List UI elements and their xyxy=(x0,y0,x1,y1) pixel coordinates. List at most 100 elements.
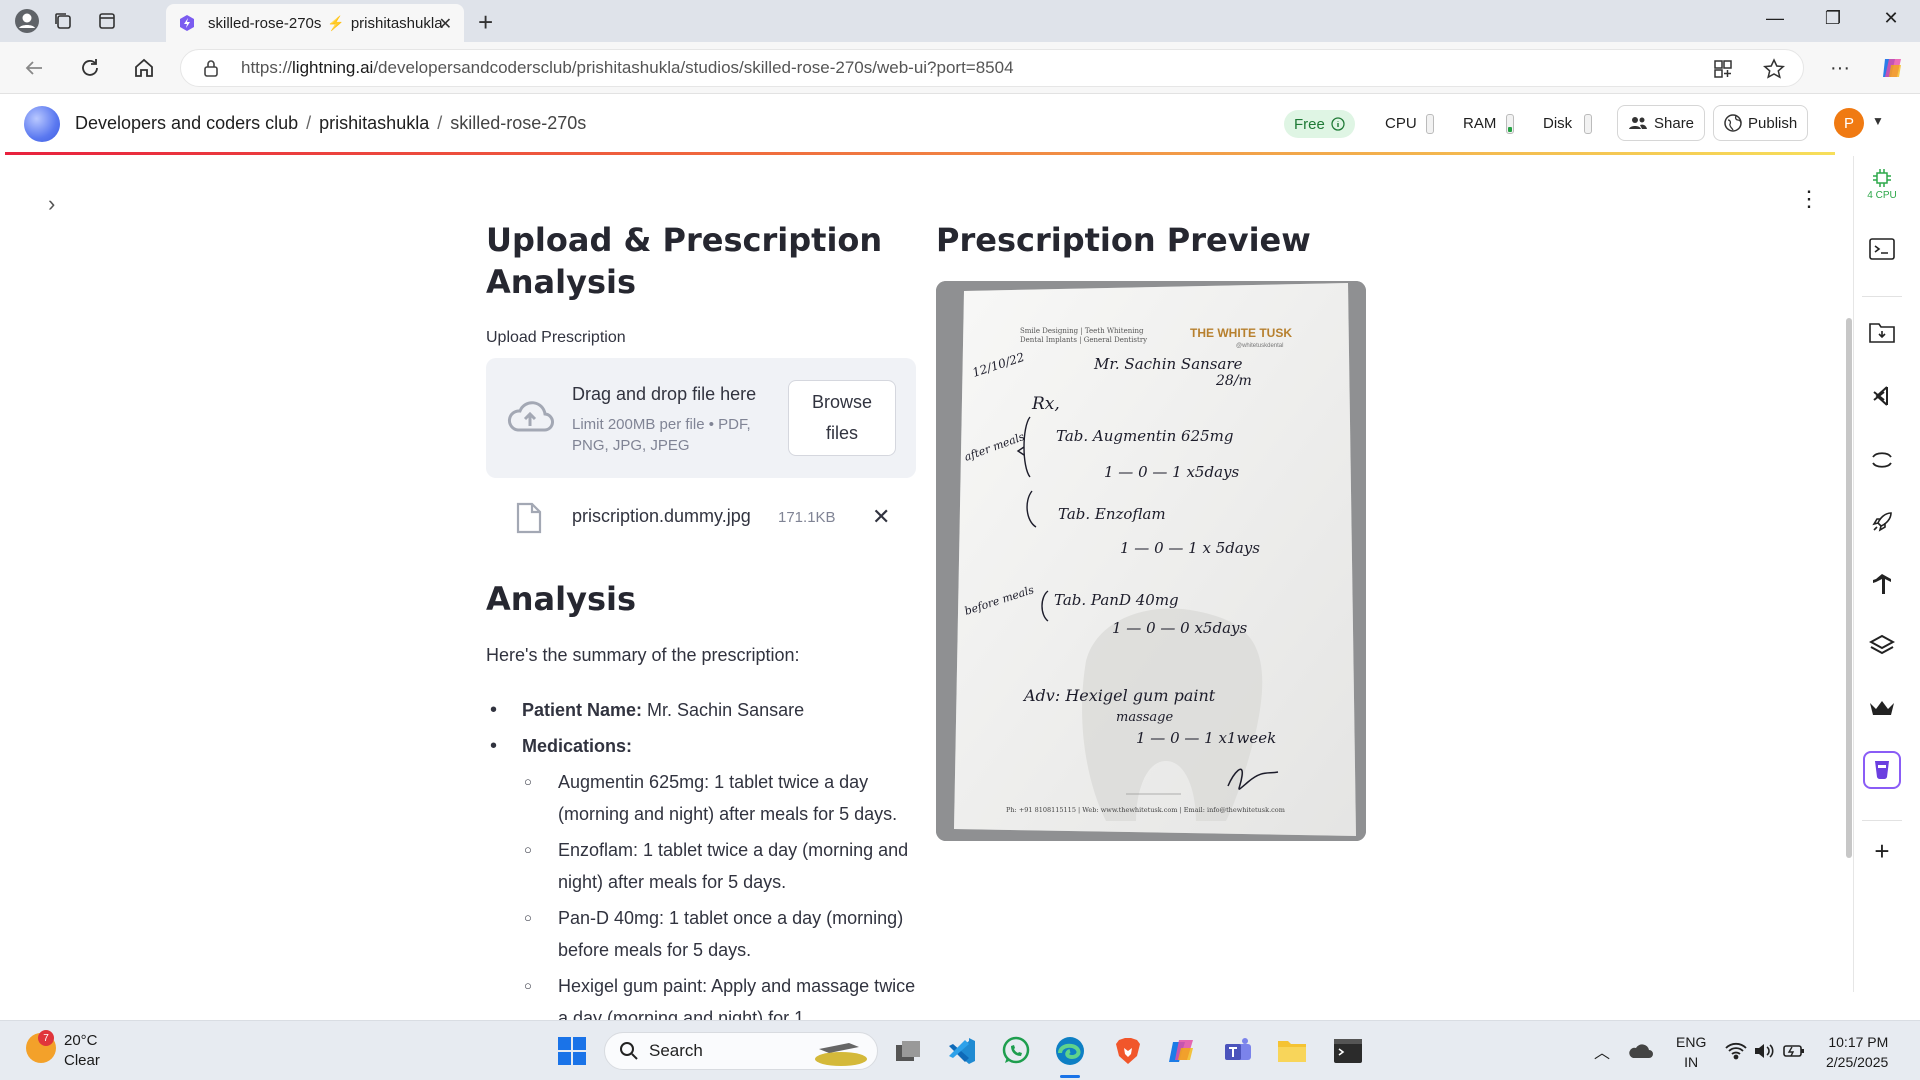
rocket-icon[interactable] xyxy=(1863,503,1901,541)
breadcrumb-studio[interactable]: skilled-rose-270s xyxy=(450,113,586,133)
task-view-icon[interactable] xyxy=(890,1033,926,1069)
reload-icon[interactable] xyxy=(76,54,104,82)
clinic-name: THE WHITE TUSK xyxy=(1190,326,1292,340)
list-item: Medications: xyxy=(486,730,926,762)
brave-icon[interactable] xyxy=(1110,1033,1146,1069)
streamlit-plugin-icon[interactable] xyxy=(1863,751,1901,789)
edge-browser-icon[interactable] xyxy=(1052,1033,1088,1078)
tab-active[interactable]: skilled-rose-270s ⚡ prishitashukla ✕ xyxy=(166,4,464,42)
more-options-icon[interactable]: ··· xyxy=(1826,54,1854,82)
breadcrumb-separator: / xyxy=(437,113,443,133)
remove-file-icon[interactable]: ✕ xyxy=(872,504,890,530)
free-badge[interactable]: Free xyxy=(1284,110,1355,138)
users-icon xyxy=(1629,117,1647,129)
address-bar[interactable]: https://lightning.ai/developersandcoders… xyxy=(180,49,1804,87)
breadcrumb-user[interactable]: prishitashukla xyxy=(319,113,429,133)
accent-gradient-line xyxy=(5,152,1835,155)
start-button[interactable] xyxy=(554,1033,590,1069)
bolt-icon: ⚡ xyxy=(327,14,345,31)
search-highlight-icon xyxy=(815,1043,867,1066)
breadcrumb-org[interactable]: Developers and coders club xyxy=(75,113,298,133)
whatsapp-icon[interactable] xyxy=(998,1033,1034,1069)
limit-text: Limit 200MB per file • PDF, PNG, JPG, JP… xyxy=(572,416,751,454)
file-dropzone[interactable]: Drag and drop file here Limit 200MB per … xyxy=(486,358,916,478)
hw-dose-2: 1 — 0 — 1 x 5days xyxy=(1120,539,1260,557)
weather-temp[interactable]: 20°C xyxy=(64,1032,98,1049)
teams-icon[interactable] xyxy=(1220,1033,1256,1069)
close-tab-icon[interactable]: ✕ xyxy=(439,14,452,34)
browse-files-button[interactable]: Browse files xyxy=(788,380,896,456)
clock-date: 2/25/2025 xyxy=(1826,1054,1889,1070)
add-plugin-icon[interactable]: + xyxy=(1863,832,1901,870)
copilot-taskbar-icon[interactable] xyxy=(1164,1033,1200,1069)
minimize-button[interactable]: — xyxy=(1760,8,1790,29)
cpu-meter xyxy=(1426,114,1434,134)
terminal-icon[interactable] xyxy=(1863,230,1901,268)
browser-titlebar: skilled-rose-270s ⚡ prishitashukla ✕ + —… xyxy=(0,0,1920,42)
url-prefix: https:// xyxy=(241,58,293,77)
language-indicator[interactable]: ENG IN xyxy=(1676,1032,1706,1072)
jupyter-icon[interactable] xyxy=(1863,441,1901,479)
free-label: Free xyxy=(1294,115,1325,133)
cpu-label: CPU xyxy=(1385,115,1417,132)
publish-button[interactable]: Publish xyxy=(1713,105,1809,141)
layers-icon[interactable] xyxy=(1863,627,1901,665)
apps-icon[interactable] xyxy=(1713,59,1733,84)
close-window-button[interactable]: ✕ xyxy=(1876,8,1906,29)
weather-badge: 7 xyxy=(38,1030,54,1046)
scrollbar[interactable] xyxy=(1846,318,1852,858)
cpu-chip-icon[interactable]: 4 CPU xyxy=(1863,166,1901,204)
clinic-tagline-1: Smile Designing | Teeth Whitening xyxy=(1020,327,1144,335)
hw-massage: massage xyxy=(1116,710,1173,725)
app-header: Developers and coders club / prishitashukl… xyxy=(0,94,1920,154)
chevron-down-icon[interactable]: ▼ xyxy=(1872,114,1884,128)
clinic-handle: @whitetuskdental xyxy=(1236,343,1283,349)
toolbar-divider xyxy=(1862,820,1902,821)
file-explorer-icon[interactable] xyxy=(1274,1033,1310,1069)
tensorflow-icon[interactable] xyxy=(1863,565,1901,603)
vscode-icon[interactable] xyxy=(1863,377,1901,415)
weather-desc[interactable]: Clear xyxy=(64,1052,100,1069)
workspaces-icon[interactable] xyxy=(46,6,80,36)
terminal-taskbar-icon[interactable] xyxy=(1330,1033,1366,1069)
battery-icon[interactable] xyxy=(1776,1033,1812,1069)
home-icon[interactable] xyxy=(130,54,158,82)
back-arrow-icon[interactable] xyxy=(20,54,48,82)
tray-chevron-up-icon[interactable]: ︿ xyxy=(1584,1033,1620,1069)
active-app-indicator xyxy=(1060,1075,1080,1078)
windows-taskbar: 7 20°C Clear Search ︿ ENG IN 10:17 PM 2/… xyxy=(0,1020,1920,1080)
onedrive-icon[interactable] xyxy=(1622,1033,1658,1069)
publish-label: Publish xyxy=(1748,114,1798,132)
tab-title-2: prishitashukla xyxy=(350,14,443,32)
clinic-tagline-2: Dental Implants | General Dentistry xyxy=(1020,336,1147,344)
profile-icon[interactable] xyxy=(10,6,44,36)
taskbar-search[interactable]: Search xyxy=(604,1032,878,1070)
vscode-taskbar-icon[interactable] xyxy=(944,1033,980,1069)
globe-icon xyxy=(1724,114,1742,132)
copilot-icon[interactable] xyxy=(1878,54,1906,82)
upload-section-title: Upload & Prescription Analysis xyxy=(486,221,883,301)
url-host: lightning.ai xyxy=(292,58,374,77)
upload-field-label: Upload Prescription xyxy=(486,329,626,346)
avatar[interactable]: P xyxy=(1834,108,1864,138)
hw-patient: Mr. Sachin Sansare xyxy=(1093,355,1243,373)
org-logo[interactable] xyxy=(24,106,60,142)
system-clock[interactable]: 10:17 PM 2/25/2025 xyxy=(1826,1032,1888,1072)
file-size: 171.1KB xyxy=(778,509,836,526)
restore-button[interactable]: ❐ xyxy=(1818,8,1848,29)
folder-icon[interactable] xyxy=(1863,313,1901,351)
main-menu-kebab-icon[interactable]: ⋮ xyxy=(1798,186,1820,212)
expand-sidebar-chevron-icon[interactable]: › xyxy=(48,191,55,217)
crown-icon[interactable] xyxy=(1863,689,1901,727)
tab-actions-icon[interactable] xyxy=(90,6,124,36)
tab-title: skilled-rose-270s xyxy=(208,14,322,32)
new-tab-button[interactable]: + xyxy=(478,7,493,38)
hw-dose-4: 1 — 0 — 1 x1week xyxy=(1136,729,1276,747)
clinic-footer: Ph: +91 8108115115 | Web: www.thewhitetu… xyxy=(1006,806,1285,814)
favorite-star-icon[interactable] xyxy=(1762,58,1786,85)
right-toolbar: 4 CPU + xyxy=(1853,156,1909,992)
lock-icon[interactable] xyxy=(203,59,219,82)
hw-age: 28/m xyxy=(1215,373,1252,389)
lightning-favicon-icon xyxy=(180,15,194,31)
share-button[interactable]: Share xyxy=(1617,105,1706,141)
